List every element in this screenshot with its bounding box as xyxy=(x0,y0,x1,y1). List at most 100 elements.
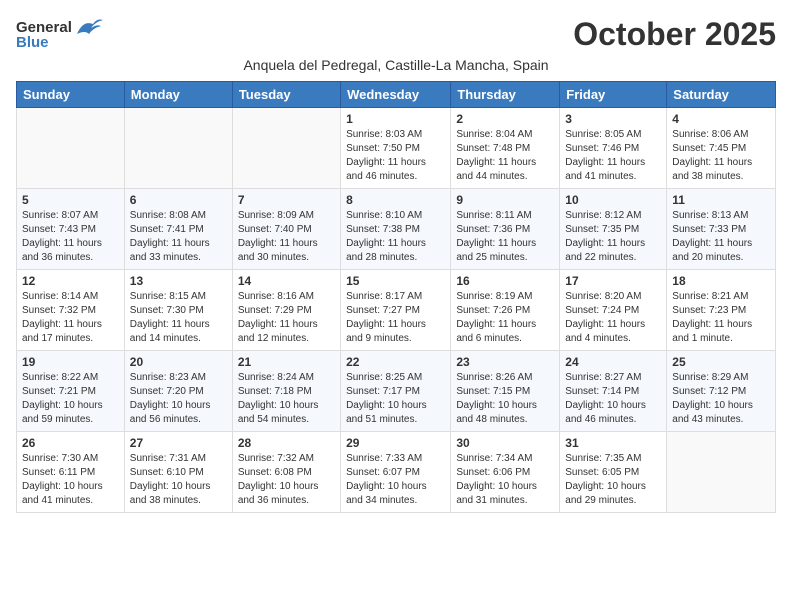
day-info: Sunrise: 8:24 AM Sunset: 7:18 PM Dayligh… xyxy=(238,371,335,427)
calendar-week-row-4: 26Sunrise: 7:30 AM Sunset: 6:11 PM Dayli… xyxy=(17,432,776,513)
day-info: Sunrise: 7:31 AM Sunset: 6:10 PM Dayligh… xyxy=(130,452,227,508)
day-info: Sunrise: 8:27 AM Sunset: 7:14 PM Dayligh… xyxy=(565,371,661,427)
day-number: 9 xyxy=(456,193,554,207)
calendar-cell-4-5: 31Sunrise: 7:35 AM Sunset: 6:05 PM Dayli… xyxy=(560,432,667,513)
day-number: 11 xyxy=(672,193,770,207)
calendar-cell-1-4: 9 Sunrise: 8:11 AM Sunset: 7:36 PM Daylig… xyxy=(451,189,560,270)
calendar-cell-2-2: 14 Sunrise: 8:16 AM Sunset: 7:29 PM Dayli… xyxy=(232,270,340,351)
col-tuesday: Tuesday xyxy=(232,82,340,108)
calendar-cell-2-3: 15Sunrise: 8:17 AM Sunset: 7:27 PM Dayli… xyxy=(341,270,451,351)
calendar-table: Sunday Monday Tuesday Wednesday Thursday… xyxy=(16,81,776,513)
page-container: General Blue October 2025 Anquela del Pe… xyxy=(16,16,776,513)
calendar-cell-0-4: 2 Sunrise: 8:04 AM Sunset: 7:48 PM Daylig… xyxy=(451,108,560,189)
calendar-cell-0-5: 3 Sunrise: 8:05 AM Sunset: 7:46 PM Daylig… xyxy=(560,108,667,189)
calendar-cell-0-6: 4 Sunrise: 8:06 AM Sunset: 7:45 PM Daylig… xyxy=(667,108,776,189)
calendar-cell-0-3: 1 Sunrise: 8:03 AM Sunset: 7:50 PM Daylig… xyxy=(341,108,451,189)
day-number: 22 xyxy=(346,355,445,369)
day-number: 4 xyxy=(672,112,770,126)
col-sunday: Sunday xyxy=(17,82,125,108)
day-info: Sunrise: 8:03 AM Sunset: 7:50 PM Dayligh… xyxy=(346,128,445,184)
calendar-cell-1-1: 6 Sunrise: 8:08 AM Sunset: 7:41 PM Daylig… xyxy=(124,189,232,270)
day-number: 19 xyxy=(22,355,119,369)
calendar-week-row-2: 12Sunrise: 8:14 AM Sunset: 7:32 PM Dayli… xyxy=(17,270,776,351)
calendar-cell-3-5: 24 Sunrise: 8:27 AM Sunset: 7:14 PM Dayli… xyxy=(560,351,667,432)
calendar-cell-1-6: 11 Sunrise: 8:13 AM Sunset: 7:33 PM Dayli… xyxy=(667,189,776,270)
calendar-cell-0-2 xyxy=(232,108,340,189)
day-number: 24 xyxy=(565,355,661,369)
day-info: Sunrise: 8:08 AM Sunset: 7:41 PM Dayligh… xyxy=(130,209,227,265)
day-info: Sunrise: 8:07 AM Sunset: 7:43 PM Dayligh… xyxy=(22,209,119,265)
calendar-cell-2-6: 18 Sunrise: 8:21 AM Sunset: 7:23 PM Dayli… xyxy=(667,270,776,351)
day-number: 27 xyxy=(130,436,227,450)
calendar-cell-0-1 xyxy=(124,108,232,189)
day-number: 1 xyxy=(346,112,445,126)
day-number: 2 xyxy=(456,112,554,126)
calendar-cell-4-4: 30 Sunrise: 7:34 AM Sunset: 6:06 PM Dayli… xyxy=(451,432,560,513)
day-number: 5 xyxy=(22,193,119,207)
calendar-body: 1 Sunrise: 8:03 AM Sunset: 7:50 PM Daylig… xyxy=(17,108,776,513)
logo: General Blue xyxy=(16,16,105,51)
calendar-cell-4-0: 26Sunrise: 7:30 AM Sunset: 6:11 PM Dayli… xyxy=(17,432,125,513)
calendar-cell-3-0: 19 Sunrise: 8:22 AM Sunset: 7:21 PM Dayli… xyxy=(17,351,125,432)
logo-blue-text: Blue xyxy=(16,34,49,51)
calendar-cell-3-2: 21 Sunrise: 8:24 AM Sunset: 7:18 PM Dayli… xyxy=(232,351,340,432)
day-info: Sunrise: 8:17 AM Sunset: 7:27 PM Dayligh… xyxy=(346,290,445,346)
day-number: 8 xyxy=(346,193,445,207)
calendar-week-row-0: 1 Sunrise: 8:03 AM Sunset: 7:50 PM Daylig… xyxy=(17,108,776,189)
day-info: Sunrise: 8:04 AM Sunset: 7:48 PM Dayligh… xyxy=(456,128,554,184)
day-info: Sunrise: 8:05 AM Sunset: 7:46 PM Dayligh… xyxy=(565,128,661,184)
calendar-cell-3-1: 20Sunrise: 8:23 AM Sunset: 7:20 PM Dayli… xyxy=(124,351,232,432)
col-thursday: Thursday xyxy=(451,82,560,108)
calendar-cell-2-4: 16Sunrise: 8:19 AM Sunset: 7:26 PM Dayli… xyxy=(451,270,560,351)
calendar-cell-2-1: 13 Sunrise: 8:15 AM Sunset: 7:30 PM Dayli… xyxy=(124,270,232,351)
calendar-week-row-1: 5 Sunrise: 8:07 AM Sunset: 7:43 PM Daylig… xyxy=(17,189,776,270)
day-info: Sunrise: 8:06 AM Sunset: 7:45 PM Dayligh… xyxy=(672,128,770,184)
day-number: 25 xyxy=(672,355,770,369)
calendar-cell-1-0: 5 Sunrise: 8:07 AM Sunset: 7:43 PM Daylig… xyxy=(17,189,125,270)
calendar-cell-1-5: 10 Sunrise: 8:12 AM Sunset: 7:35 PM Dayli… xyxy=(560,189,667,270)
day-number: 12 xyxy=(22,274,119,288)
col-saturday: Saturday xyxy=(667,82,776,108)
day-number: 29 xyxy=(346,436,445,450)
day-info: Sunrise: 8:29 AM Sunset: 7:12 PM Dayligh… xyxy=(672,371,770,427)
calendar-cell-3-3: 22 Sunrise: 8:25 AM Sunset: 7:17 PM Dayli… xyxy=(341,351,451,432)
day-number: 14 xyxy=(238,274,335,288)
day-info: Sunrise: 7:33 AM Sunset: 6:07 PM Dayligh… xyxy=(346,452,445,508)
col-friday: Friday xyxy=(560,82,667,108)
day-number: 13 xyxy=(130,274,227,288)
calendar-header-row: Sunday Monday Tuesday Wednesday Thursday… xyxy=(17,82,776,108)
calendar-cell-1-2: 7Sunrise: 8:09 AM Sunset: 7:40 PM Daylig… xyxy=(232,189,340,270)
day-number: 18 xyxy=(672,274,770,288)
calendar-cell-4-1: 27 Sunrise: 7:31 AM Sunset: 6:10 PM Dayli… xyxy=(124,432,232,513)
day-info: Sunrise: 7:34 AM Sunset: 6:06 PM Dayligh… xyxy=(456,452,554,508)
day-number: 28 xyxy=(238,436,335,450)
calendar-cell-2-5: 17Sunrise: 8:20 AM Sunset: 7:24 PM Dayli… xyxy=(560,270,667,351)
calendar-cell-4-2: 28 Sunrise: 7:32 AM Sunset: 6:08 PM Dayli… xyxy=(232,432,340,513)
day-number: 10 xyxy=(565,193,661,207)
day-info: Sunrise: 8:13 AM Sunset: 7:33 PM Dayligh… xyxy=(672,209,770,265)
day-number: 6 xyxy=(130,193,227,207)
calendar-cell-2-0: 12Sunrise: 8:14 AM Sunset: 7:32 PM Dayli… xyxy=(17,270,125,351)
day-number: 16 xyxy=(456,274,554,288)
month-title: October 2025 xyxy=(573,16,776,53)
day-info: Sunrise: 8:21 AM Sunset: 7:23 PM Dayligh… xyxy=(672,290,770,346)
calendar-cell-4-3: 29 Sunrise: 7:33 AM Sunset: 6:07 PM Dayli… xyxy=(341,432,451,513)
day-info: Sunrise: 8:11 AM Sunset: 7:36 PM Dayligh… xyxy=(456,209,554,265)
day-info: Sunrise: 8:25 AM Sunset: 7:17 PM Dayligh… xyxy=(346,371,445,427)
calendar-cell-1-3: 8 Sunrise: 8:10 AM Sunset: 7:38 PM Daylig… xyxy=(341,189,451,270)
day-info: Sunrise: 8:20 AM Sunset: 7:24 PM Dayligh… xyxy=(565,290,661,346)
col-monday: Monday xyxy=(124,82,232,108)
day-number: 3 xyxy=(565,112,661,126)
day-info: Sunrise: 7:32 AM Sunset: 6:08 PM Dayligh… xyxy=(238,452,335,508)
calendar-cell-3-6: 25 Sunrise: 8:29 AM Sunset: 7:12 PM Dayli… xyxy=(667,351,776,432)
day-info: Sunrise: 8:15 AM Sunset: 7:30 PM Dayligh… xyxy=(130,290,227,346)
day-number: 21 xyxy=(238,355,335,369)
day-number: 23 xyxy=(456,355,554,369)
day-info: Sunrise: 8:22 AM Sunset: 7:21 PM Dayligh… xyxy=(22,371,119,427)
day-number: 30 xyxy=(456,436,554,450)
day-info: Sunrise: 8:16 AM Sunset: 7:29 PM Dayligh… xyxy=(238,290,335,346)
day-number: 20 xyxy=(130,355,227,369)
day-info: Sunrise: 8:09 AM Sunset: 7:40 PM Dayligh… xyxy=(238,209,335,265)
day-info: Sunrise: 8:12 AM Sunset: 7:35 PM Dayligh… xyxy=(565,209,661,265)
day-info: Sunrise: 8:10 AM Sunset: 7:38 PM Dayligh… xyxy=(346,209,445,265)
